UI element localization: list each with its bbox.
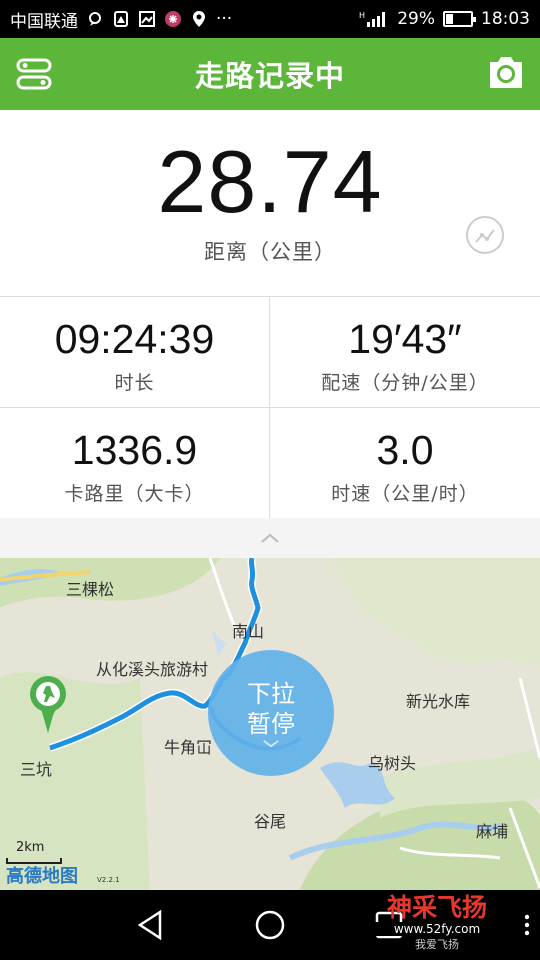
duration-label: 时长 xyxy=(114,372,155,395)
menu-toggle-icon[interactable] xyxy=(16,56,52,92)
speed-value: 3.0 xyxy=(376,427,434,473)
calories-label: 卡路里（大卡） xyxy=(64,483,205,506)
watermark-subtitle: 我爱飞扬 xyxy=(415,937,459,951)
location-pin-icon xyxy=(193,11,205,27)
map-version: V2.2.1 xyxy=(97,876,120,884)
more-options-icon[interactable] xyxy=(524,914,530,936)
app-header: 走路记录中 xyxy=(0,38,540,110)
pause-line-2: 暂停 xyxy=(247,709,295,738)
map-place-label: 南山 xyxy=(232,622,265,641)
page-title: 走路记录中 xyxy=(194,59,345,93)
duration-value: 09:24:39 xyxy=(54,316,215,362)
map-place-label: 麻埔 xyxy=(476,822,509,841)
trend-chart-icon xyxy=(475,229,495,243)
pace-value: 19′43″ xyxy=(348,316,462,362)
pull-to-pause-button[interactable]: 下拉 暂停 xyxy=(208,650,334,776)
pause-line-1: 下拉 xyxy=(247,679,295,708)
pace-stat: 19′43″ 配速（分钟/公里） xyxy=(270,297,540,408)
image-icon xyxy=(139,11,155,27)
map-place-label: 谷尾 xyxy=(254,812,287,831)
status-bar: 中国联通 ··· H 29% 18:03 xyxy=(0,0,540,38)
signal-strength-icon: H xyxy=(359,11,386,27)
home-icon[interactable] xyxy=(253,908,287,942)
map-place-label: 三棵松 xyxy=(66,580,115,599)
site-watermark: 神采飞扬 www.52fy.com 我爱飞扬 xyxy=(374,894,500,956)
chevron-down-icon xyxy=(263,739,279,747)
back-icon[interactable] xyxy=(134,908,168,942)
battery-icon xyxy=(443,11,476,27)
distance-panel: 28.74 距离（公里） xyxy=(0,110,540,296)
map-provider-logo: 高德地图 xyxy=(6,866,78,887)
trend-chart-button[interactable] xyxy=(466,216,504,254)
watermark-title: 神采飞扬 xyxy=(386,893,487,922)
speed-label: 时速（公里/时） xyxy=(331,483,479,506)
map-place-label: 乌树头 xyxy=(368,754,417,773)
carrier-label: 中国联通 xyxy=(10,11,78,32)
svg-text:H: H xyxy=(359,11,365,20)
watermark-url: www.52fy.com xyxy=(374,921,500,936)
stats-grid: 09:24:39 时长 19′43″ 配速（分钟/公里） 1336.9 卡路里（… xyxy=(0,296,540,519)
chevron-up-icon xyxy=(261,533,279,543)
calories-value: 1336.9 xyxy=(71,427,198,473)
map-scale-label: 2km xyxy=(16,840,45,855)
battery-level-fill xyxy=(446,14,453,24)
battery-percent: 29% xyxy=(397,9,435,29)
distance-label: 距离（公里） xyxy=(204,240,336,264)
speed-stat: 3.0 时速（公里/时） xyxy=(270,408,540,519)
more-notifications-icon: ··· xyxy=(216,9,233,29)
calories-stat: 1336.9 卡路里（大卡） xyxy=(0,408,270,519)
clock: 18:03 xyxy=(481,9,530,29)
route-map[interactable]: 三棵松 南山 从化溪头旅游村 新光水库 牛角冚 乌树头 三坑 谷尾 麻埔 下拉 … xyxy=(0,558,540,890)
app-notification-icon xyxy=(165,11,181,27)
map-place-label: 三坑 xyxy=(20,760,53,779)
system-nav-bar: 神采飞扬 www.52fy.com 我爱飞扬 xyxy=(0,890,540,960)
collapse-handle[interactable] xyxy=(0,518,540,558)
warning-icon xyxy=(114,11,128,27)
distance-value: 28.74 xyxy=(157,132,383,231)
pace-label: 配速（分钟/公里） xyxy=(321,372,489,395)
camera-icon[interactable] xyxy=(486,54,526,92)
map-place-label: 牛角冚 xyxy=(164,738,213,757)
map-place-label: 新光水库 xyxy=(406,692,471,711)
map-place-label: 从化溪头旅游村 xyxy=(96,660,209,679)
chat-bubble-icon xyxy=(89,12,101,26)
duration-stat: 09:24:39 时长 xyxy=(0,297,270,408)
